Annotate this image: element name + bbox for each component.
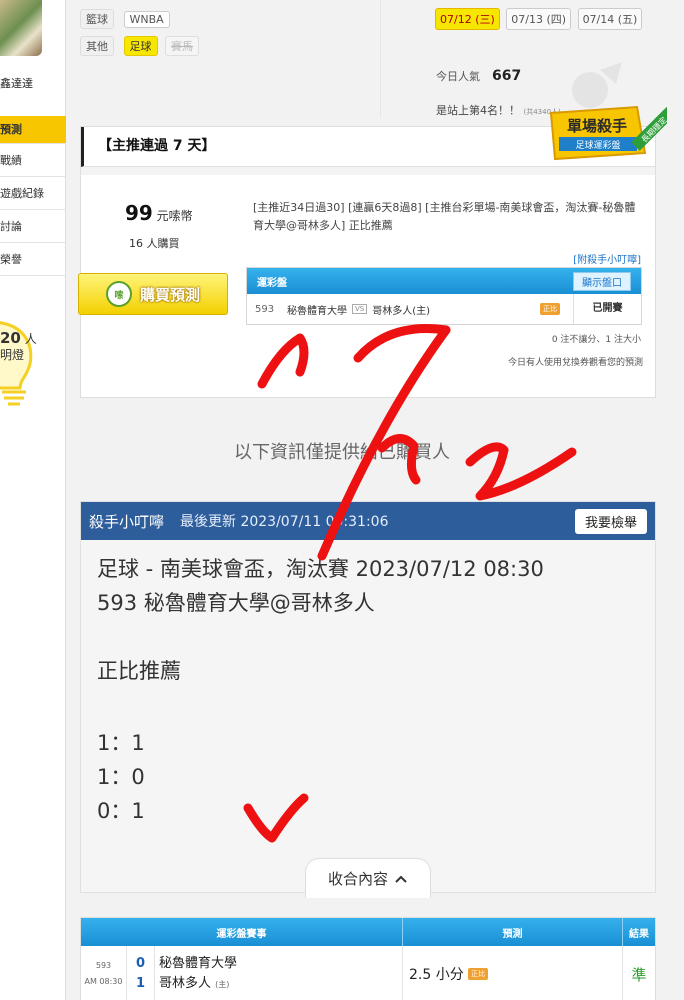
tag-row-other: 其他 足球 賽馬 (80, 36, 203, 56)
sidebar-item-record[interactable]: 戰績 (0, 144, 66, 177)
avatar[interactable] (0, 0, 42, 56)
results-table-header: 運彩盤賽事 預測 結果 (81, 918, 655, 946)
killer-note-header: 殺手小叮嚀 最後更新 2023/07/11 09:31:06 我要檢舉 (81, 502, 655, 540)
note-line (97, 620, 639, 654)
killer-badge-icon: 單場殺手 足球運彩盤 長期穩定 (549, 105, 667, 161)
popularity: 今日人氣 667 (436, 68, 522, 84)
teams: 秘魯體育大學 哥林多人 (主) (155, 946, 403, 1000)
buyers-only-notice: 以下資訊僅提供給已購買人 (234, 442, 450, 463)
tag-row-basketball: 籃球 WNBA (80, 9, 174, 29)
note-line (97, 688, 639, 726)
buy-prediction-button[interactable]: 嗦 購買預測 (78, 273, 228, 315)
scores: 0 1 (127, 946, 155, 1000)
tag-horse-racing[interactable]: 賽馬 (165, 36, 199, 56)
show-odds-button[interactable]: 顯示盤口 (573, 271, 631, 291)
tag-label-other: 其他 (80, 36, 114, 56)
tag-wnba[interactable]: WNBA (123, 11, 170, 28)
note-line: 1：0 (97, 765, 145, 789)
sidebar-item-predict[interactable]: 預測 (0, 116, 66, 144)
match-time: 593 AM 08:30 (81, 946, 127, 1000)
report-button[interactable]: 我要檢舉 (574, 508, 647, 534)
sidebar-nav: 預測 戰績 遊戲紀錄 討論 榮譽 (0, 116, 66, 276)
date-selector: 07/12 (三) 07/13 (四) 07/14 (五) (435, 8, 645, 30)
sidebar-item-game-log[interactable]: 遊戲紀錄 (0, 177, 66, 210)
note-line: 593 秘魯體育大學@哥林多人 (97, 591, 375, 615)
buy-prediction-label: 購買預測 (139, 285, 200, 304)
coin-icon: 嗦 (105, 281, 132, 307)
chevron-up-icon (395, 875, 407, 883)
lottery-table: 運彩盤 顯示盤口 593 秘魯體育大學 VS 哥林多人(主) 正比 已開賽 (246, 267, 642, 325)
bet-count-note: 0 注不讓分、1 注大小 (551, 335, 641, 345)
lottery-table-header: 運彩盤 顯示盤口 (247, 268, 641, 294)
streak-description: [主推近34日過30] [連贏6天8過8] [主推台彩單場-南美球會盃，淘汰賽-… (253, 201, 636, 232)
killer-note-title: 殺手小叮嚀 (89, 512, 165, 531)
killer-note-body: 足球 - 南美球會盃，淘汰賽 2023/07/12 08:30 593 秘魯體育… (81, 540, 655, 840)
tag-label-basketball: 籃球 (80, 9, 114, 29)
table-row: 593 AM 08:30 0 1 秘魯體育大學 哥林多人 (主) 2.5 小分 … (81, 946, 655, 1000)
table-row: 593 秘魯體育大學 VS 哥林多人(主) 正比 已開賽 (247, 294, 641, 324)
result-value: 準 (631, 965, 647, 984)
note-line: 0：1 (97, 799, 145, 823)
left-sidebar: 鑫達達 預測 戰績 遊戲紀錄 討論 榮譽 20 人 明燈 (0, 0, 66, 1000)
away-team: 秘魯體育大學 (287, 305, 347, 317)
date-tab-0714[interactable]: 07/14 (五) (577, 8, 643, 30)
sidebar-item-discuss[interactable]: 討論 (0, 210, 66, 243)
date-tab-0712[interactable]: 07/12 (三) (435, 8, 500, 30)
tag-soccer[interactable]: 足球 (123, 36, 158, 56)
collapse-button[interactable]: 收合內容 (305, 858, 431, 898)
killer-note-panel: 殺手小叮嚀 最後更新 2023/07/11 09:31:06 我要檢舉 足球 -… (80, 501, 656, 898)
col-header-predict: 預測 (403, 918, 623, 946)
col-header-match: 運彩盤賽事 (81, 918, 403, 946)
bulb-count: 20 人 明燈 (0, 329, 37, 362)
username[interactable]: 鑫達達 (0, 75, 33, 91)
home-team: 哥林多人(主) (372, 305, 431, 317)
badge-ribbon: 長期穩定 (639, 115, 667, 145)
note-line: 正比推薦 (97, 659, 181, 683)
col-header-result: 結果 (629, 928, 649, 940)
voucher-note: 今日有人使用兌換券觀看您的預測 (507, 358, 643, 368)
last-updated: 最後更新 2023/07/11 09:31:06 (180, 514, 389, 530)
prediction-card: 【主推連過 7 天】 單場殺手 足球運彩盤 長期穩定 99 元嗦幣 16 人購買… (78, 105, 667, 398)
results-table: 運彩盤賽事 預測 結果 593 AM 08:30 0 1 秘魯體育大學 哥林多人… (80, 917, 656, 1000)
killer-note-link[interactable]: [附殺手小叮嚀] (573, 251, 641, 266)
sidebar-item-honor[interactable]: 榮譽 (0, 243, 66, 276)
badge-subtitle: 足球運彩盤 (575, 139, 620, 151)
vs-icon: VS (352, 304, 368, 314)
divider (380, 0, 381, 118)
badge-title: 單場殺手 (567, 117, 627, 135)
match-status: 已開賽 (573, 294, 641, 324)
prediction-value: 2.5 小分 正比 (403, 946, 623, 1000)
pick-badge: 正比 (540, 303, 561, 315)
buyer-count: 16 人購買 (129, 237, 180, 250)
note-line: 1：1 (97, 731, 145, 755)
price: 99 元嗦幣 (125, 201, 193, 225)
date-tab-0713[interactable]: 07/13 (四) (506, 8, 572, 30)
note-line: 足球 - 南美球會盃，淘汰賽 2023/07/12 08:30 (97, 557, 544, 581)
